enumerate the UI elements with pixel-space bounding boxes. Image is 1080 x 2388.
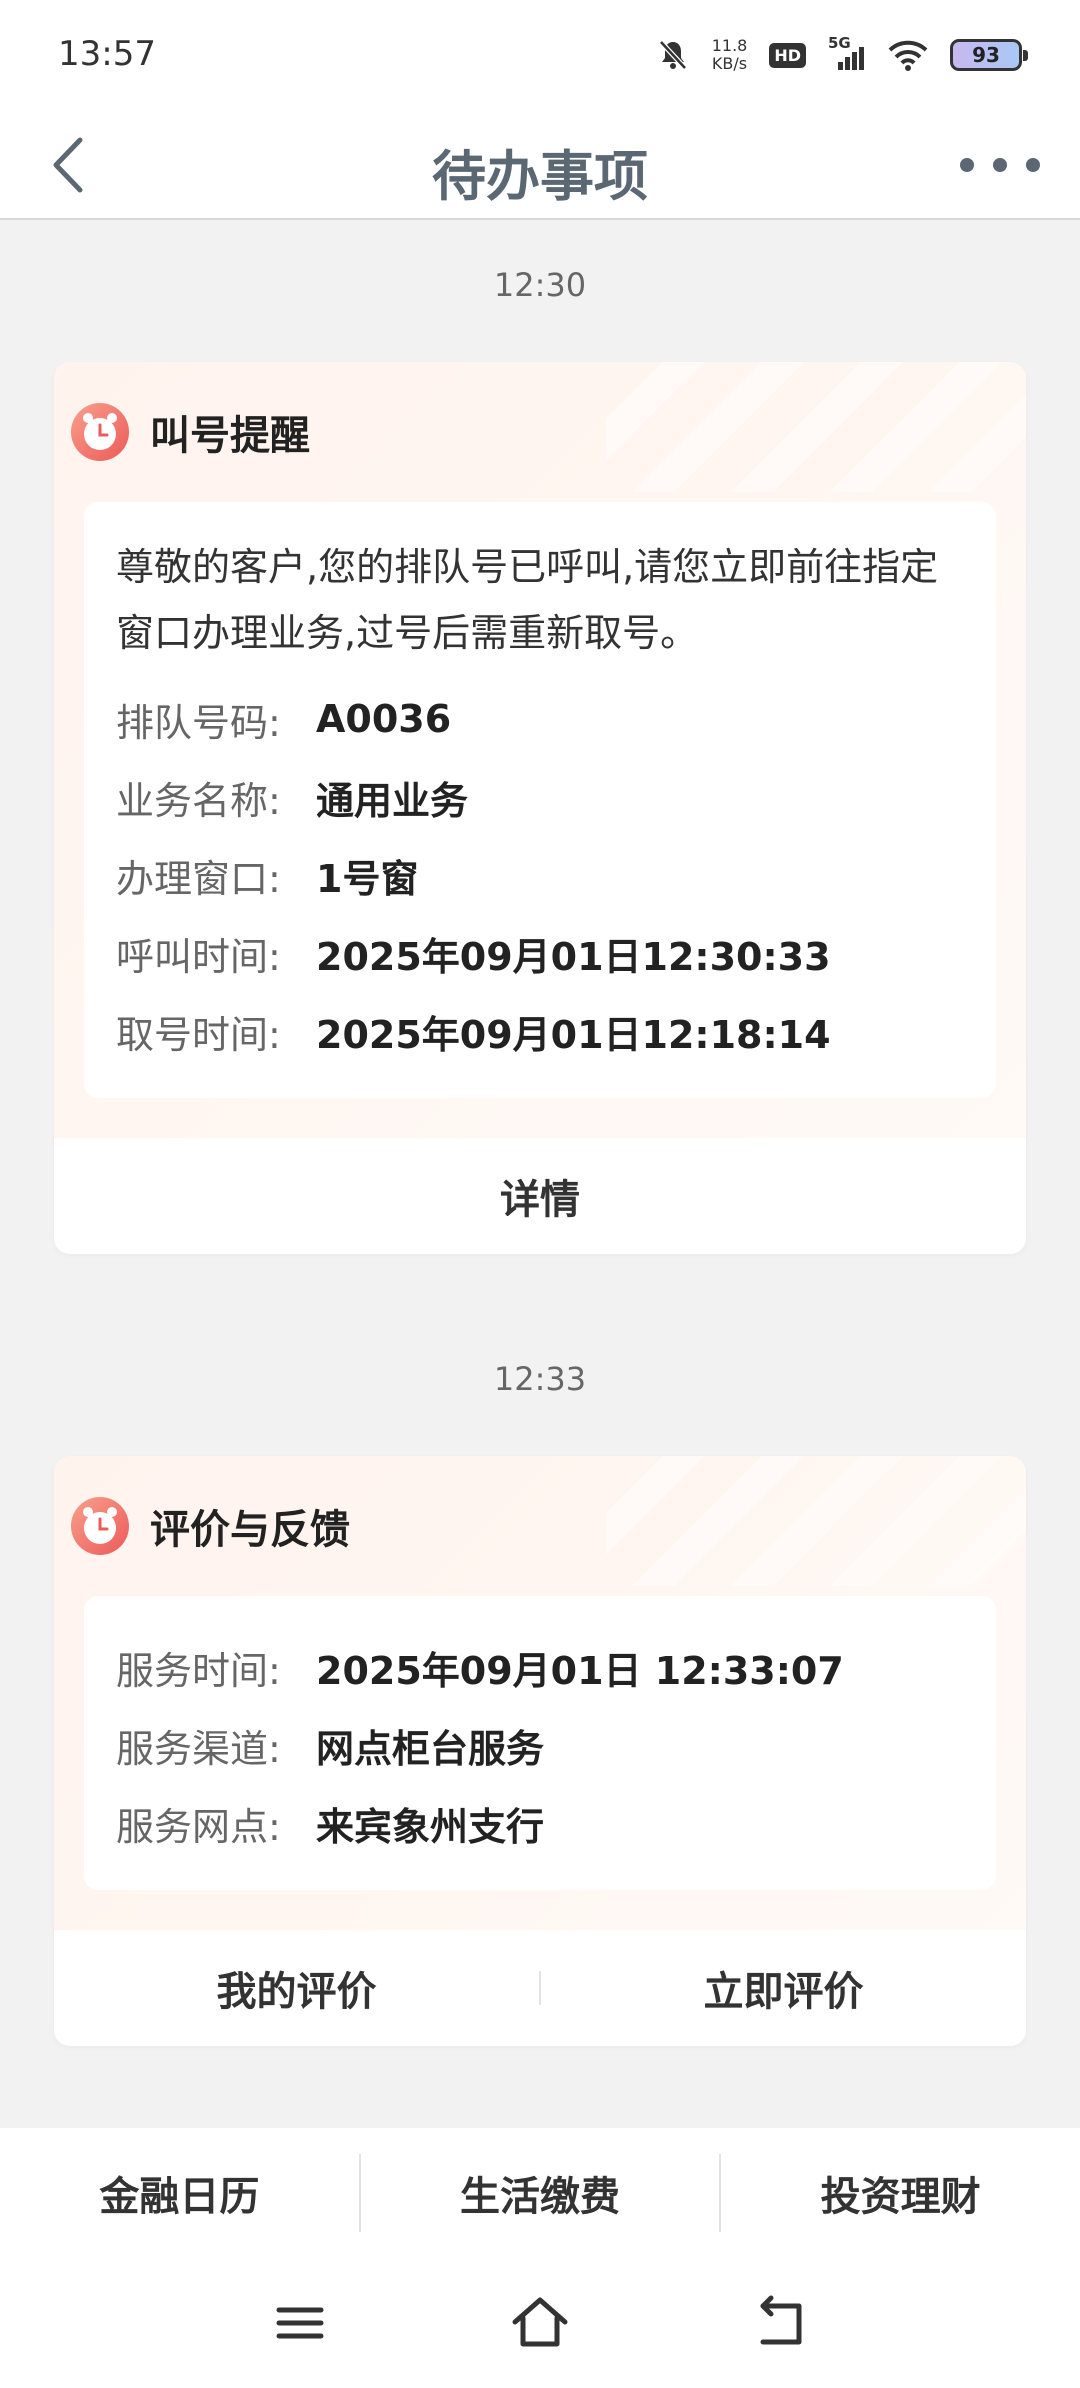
card-footer: 我的评价 立即评价 — [54, 1930, 1026, 2046]
field-row-queue-number: 排队号码: A0036 — [116, 680, 964, 758]
field-label: 服务渠道: — [116, 1726, 281, 1771]
my-review-button[interactable]: 我的评价 — [54, 1959, 539, 2017]
field-label: 业务名称: — [116, 778, 281, 823]
home-icon — [512, 2297, 568, 2347]
page-title: 待办事项 — [432, 145, 648, 208]
field-row-ticket-time: 取号时间: 2025年09月01日12:18:14 — [116, 992, 964, 1070]
card-body: 尊敬的客户,您的排队号已呼叫,请您立即前往指定窗口办理业务,过号后需重新取号。 … — [84, 502, 996, 1098]
field-label: 服务时间: — [116, 1648, 281, 1693]
battery-icon: 93 — [950, 39, 1028, 71]
signal-icon: 5G — [828, 34, 866, 72]
bottom-menu: 金融日历 生活缴费 投资理财 — [0, 2128, 1080, 2258]
back-arrow-icon — [760, 2295, 802, 2345]
field-value: 2025年09月01日 12:33:07 — [316, 1648, 844, 1693]
field-label: 办理窗口: — [116, 856, 281, 901]
more-icon-dot — [960, 158, 974, 172]
field-label: 服务网点: — [116, 1804, 281, 1849]
back-system-button[interactable] — [745, 2288, 815, 2358]
menu-investment[interactable]: 投资理财 — [721, 2164, 1080, 2222]
card-title: 叫号提醒 — [150, 413, 310, 459]
field-label: 取号时间: — [116, 1012, 281, 1057]
menu-financial-calendar[interactable]: 金融日历 — [0, 2164, 359, 2222]
nav-bar: 待办事项 — [0, 110, 1080, 220]
home-button[interactable] — [505, 2288, 575, 2358]
hd-indicator: HD — [769, 42, 806, 68]
message-card-queue-call: 叫号提醒 尊敬的客户,您的排队号已呼叫,请您立即前往指定窗口办理业务,过号后需重… — [54, 362, 1026, 1254]
card-description: 尊敬的客户,您的排队号已呼叫,请您立即前往指定窗口办理业务,过号后需重新取号。 — [116, 545, 939, 655]
message-timestamp: 12:33 — [493, 1360, 587, 1398]
rate-now-button[interactable]: 立即评价 — [541, 1959, 1026, 2017]
net-speed-value: 11.8 — [711, 36, 748, 55]
status-bar: 13:57 11.8 KB/s HD 5G 93 — [0, 0, 1080, 110]
field-value: A0036 — [316, 697, 452, 741]
field-value: 1号窗 — [316, 856, 419, 901]
alarm-clock-icon — [71, 1497, 129, 1555]
field-value: 网点柜台服务 — [316, 1726, 545, 1771]
message-timestamp: 12:30 — [493, 266, 587, 304]
more-button[interactable] — [960, 132, 1040, 198]
net-speed: 11.8 KB/s — [712, 37, 748, 73]
field-value: 来宾象州支行 — [316, 1804, 545, 1849]
wifi-icon — [888, 40, 928, 71]
battery-level: 93 — [972, 43, 1000, 67]
field-row-service-channel: 服务渠道: 网点柜台服务 — [116, 1706, 964, 1784]
details-button[interactable]: 详情 — [54, 1167, 1026, 1225]
status-time: 13:57 — [58, 34, 156, 74]
system-nav-bar — [0, 2258, 1080, 2388]
more-icon-dot — [993, 158, 1007, 172]
mute-bell-icon — [658, 40, 687, 70]
card-body: 服务时间: 2025年09月01日 12:33:07 服务渠道: 网点柜台服务 … — [84, 1596, 996, 1890]
card-gap — [54, 1890, 1026, 1930]
card-header: 叫号提醒 — [54, 362, 1026, 502]
field-value: 2025年09月01日12:18:14 — [316, 1012, 831, 1057]
card-footer: 详情 — [54, 1138, 1026, 1254]
field-value: 通用业务 — [316, 778, 469, 823]
card-header: 评价与反馈 — [54, 1456, 1026, 1596]
field-row-business-name: 业务名称: 通用业务 — [116, 758, 964, 836]
field-row-window: 办理窗口: 1号窗 — [116, 836, 964, 914]
menu-bill-payment[interactable]: 生活缴费 — [361, 2164, 720, 2222]
more-icon-dot — [1026, 158, 1040, 172]
field-label: 排队号码: — [116, 700, 281, 745]
menu-icon — [276, 2307, 324, 2339]
message-card-feedback: 评价与反馈 服务时间: 2025年09月01日 12:33:07 服务渠道: 网… — [54, 1456, 1026, 2046]
field-row-call-time: 呼叫时间: 2025年09月01日12:30:33 — [116, 914, 964, 992]
recent-apps-button[interactable] — [265, 2288, 335, 2358]
field-row-service-time: 服务时间: 2025年09月01日 12:33:07 — [116, 1628, 964, 1706]
alarm-clock-icon — [71, 403, 129, 461]
field-label: 呼叫时间: — [116, 934, 281, 979]
card-gap — [54, 1098, 1026, 1138]
card-title: 评价与反馈 — [150, 1507, 350, 1553]
field-value: 2025年09月01日12:30:33 — [316, 934, 831, 979]
status-icons: 11.8 KB/s HD 5G 93 — [656, 30, 1028, 80]
field-row-service-branch: 服务网点: 来宾象州支行 — [116, 1784, 964, 1862]
net-speed-unit: KB/s — [711, 54, 748, 73]
